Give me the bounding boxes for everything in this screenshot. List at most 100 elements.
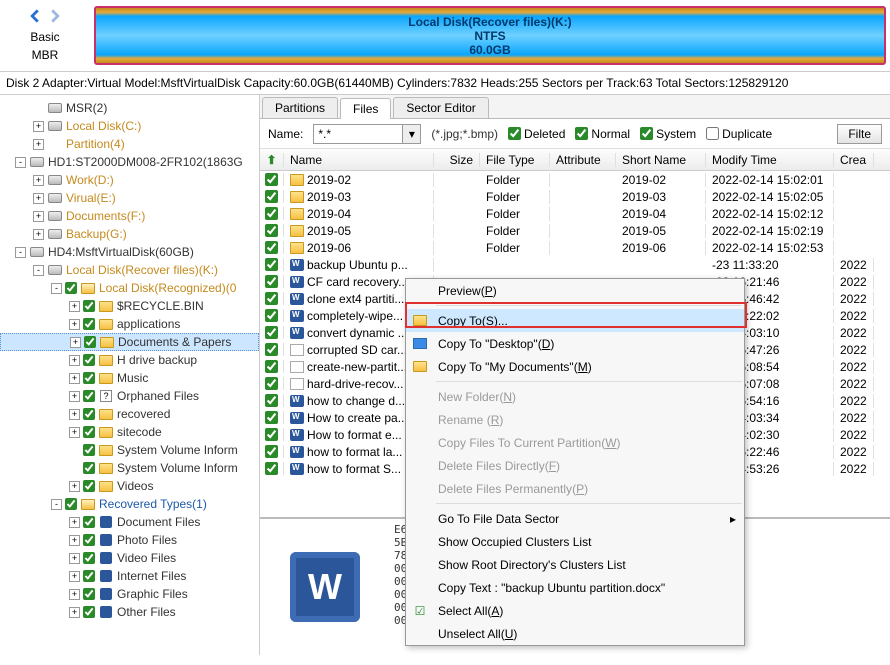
tree-item[interactable]: +Music <box>0 369 259 387</box>
tree-item[interactable]: System Volume Inform <box>0 459 259 477</box>
expander-icon[interactable]: + <box>33 211 44 222</box>
tree-checkbox[interactable] <box>83 444 95 456</box>
file-row[interactable]: 2019-03Folder2019-032022-02-14 15:02:05 <box>260 188 890 205</box>
ctx-copy-to[interactable]: Copy To(S)... <box>406 309 744 332</box>
ctx-copy-desktop[interactable]: Copy To "Desktop"(D) <box>406 332 744 355</box>
name-filter-dropdown-icon[interactable]: ▾ <box>403 124 421 144</box>
row-checkbox[interactable] <box>265 190 278 203</box>
tree-item[interactable]: +$RECYCLE.BIN <box>0 297 259 315</box>
ctx-occupied-clusters[interactable]: Show Occupied Clusters List <box>406 530 744 553</box>
tree-item[interactable]: -Local Disk(Recognized)(0 <box>0 279 259 297</box>
row-checkbox[interactable] <box>265 326 278 339</box>
tree-checkbox[interactable] <box>83 390 95 402</box>
tree-checkbox[interactable] <box>83 354 95 366</box>
expander-icon[interactable]: + <box>69 391 80 402</box>
tree-item[interactable]: +?Orphaned Files <box>0 387 259 405</box>
tree-checkbox[interactable] <box>83 480 95 492</box>
tree-item[interactable]: +Internet Files <box>0 567 259 585</box>
tree-item[interactable]: -HD4:MsftVirtualDisk(60GB) <box>0 243 259 261</box>
expander-icon[interactable]: + <box>69 571 80 582</box>
row-checkbox[interactable] <box>265 377 278 390</box>
tree-item[interactable]: -HD1:ST2000DM008-2FR102(1863G <box>0 153 259 171</box>
tab-files[interactable]: Files <box>340 98 391 119</box>
tree-checkbox[interactable] <box>83 534 95 546</box>
expander-icon[interactable]: + <box>33 229 44 240</box>
tree-item[interactable]: +recovered <box>0 405 259 423</box>
tree-item[interactable]: +Graphic Files <box>0 585 259 603</box>
name-filter-input[interactable] <box>313 124 403 144</box>
col-attr[interactable]: Attribute <box>550 153 616 167</box>
col-modify[interactable]: Modify Time <box>706 153 834 167</box>
row-checkbox[interactable] <box>265 275 278 288</box>
row-checkbox[interactable] <box>265 258 278 271</box>
tree-item[interactable]: +Work(D:) <box>0 171 259 189</box>
tree-item[interactable]: +Photo Files <box>0 531 259 549</box>
tree-checkbox[interactable] <box>83 426 95 438</box>
tree-checkbox[interactable] <box>83 516 95 528</box>
tree-item[interactable]: +Document Files <box>0 513 259 531</box>
col-name[interactable]: Name <box>284 153 434 167</box>
tree-item[interactable]: +Documents(F:) <box>0 207 259 225</box>
file-row[interactable]: 2019-06Folder2019-062022-02-14 15:02:53 <box>260 239 890 256</box>
tree-item[interactable]: System Volume Inform <box>0 441 259 459</box>
file-row[interactable]: backup Ubuntu p...-23 11:33:202022 <box>260 256 890 273</box>
expander-icon[interactable]: - <box>15 157 26 168</box>
tree-item[interactable]: +Other Files <box>0 603 259 621</box>
grid-header[interactable]: ⬆ Name Size File Type Attribute Short Na… <box>260 149 890 171</box>
expander-icon[interactable]: + <box>69 427 80 438</box>
tree-checkbox[interactable] <box>83 570 95 582</box>
expander-icon[interactable]: - <box>33 265 44 276</box>
expander-icon[interactable]: + <box>69 553 80 564</box>
row-checkbox[interactable] <box>265 241 278 254</box>
file-row[interactable]: 2019-04Folder2019-042022-02-14 15:02:12 <box>260 205 890 222</box>
expander-icon[interactable]: + <box>69 355 80 366</box>
expander-icon[interactable]: + <box>69 607 80 618</box>
row-checkbox[interactable] <box>265 360 278 373</box>
tree-checkbox[interactable] <box>83 462 95 474</box>
tree-checkbox[interactable] <box>83 318 95 330</box>
tree-checkbox[interactable] <box>83 606 95 618</box>
tree-item[interactable]: +Videos <box>0 477 259 495</box>
file-row[interactable]: 2019-02Folder2019-022022-02-14 15:02:01 <box>260 171 890 188</box>
ctx-root-clusters[interactable]: Show Root Directory's Clusters List <box>406 553 744 576</box>
chk-normal[interactable]: Normal <box>575 127 630 141</box>
tree-item[interactable]: +sitecode <box>0 423 259 441</box>
tree-checkbox[interactable] <box>65 282 77 294</box>
row-checkbox[interactable] <box>265 462 278 475</box>
col-size[interactable]: Size <box>434 153 480 167</box>
ctx-goto-sector[interactable]: Go To File Data Sector▸ <box>406 507 744 530</box>
ctx-copy-text[interactable]: Copy Text : "backup Ubuntu partition.doc… <box>406 576 744 599</box>
expander-icon[interactable]: + <box>33 193 44 204</box>
expander-icon[interactable]: + <box>69 373 80 384</box>
chk-duplicate[interactable]: Duplicate <box>706 127 772 141</box>
tree-checkbox[interactable] <box>83 408 95 420</box>
nav-forward-icon[interactable] <box>48 9 62 26</box>
file-row[interactable]: 2019-05Folder2019-052022-02-14 15:02:19 <box>260 222 890 239</box>
tree-item[interactable]: +Video Files <box>0 549 259 567</box>
tree-checkbox[interactable] <box>83 588 95 600</box>
expander-icon[interactable]: + <box>33 139 44 150</box>
row-checkbox[interactable] <box>265 411 278 424</box>
expander-icon[interactable]: + <box>33 175 44 186</box>
expander-icon[interactable]: - <box>51 283 62 294</box>
filter-button[interactable]: Filte <box>837 124 882 144</box>
tree-checkbox[interactable] <box>83 300 95 312</box>
row-checkbox[interactable] <box>265 309 278 322</box>
ctx-select-all[interactable]: ☑Select All(A) <box>406 599 744 622</box>
tree-checkbox[interactable] <box>65 498 77 510</box>
tree-item[interactable]: +Partition(4) <box>0 135 259 153</box>
expander-icon[interactable]: - <box>15 247 26 258</box>
tree-checkbox[interactable] <box>83 372 95 384</box>
expander-icon[interactable]: + <box>33 121 44 132</box>
tab-partitions[interactable]: Partitions <box>262 97 338 118</box>
tree-item[interactable]: +Virual(E:) <box>0 189 259 207</box>
tree-item[interactable]: +Documents & Papers <box>0 333 259 351</box>
row-checkbox[interactable] <box>265 394 278 407</box>
tree-item[interactable]: -Recovered Types(1) <box>0 495 259 513</box>
expander-icon[interactable]: + <box>69 589 80 600</box>
row-checkbox[interactable] <box>265 445 278 458</box>
ctx-preview[interactable]: Preview(P) <box>406 279 744 302</box>
tree-checkbox[interactable] <box>84 336 96 348</box>
ctx-copy-mydocs[interactable]: Copy To "My Documents"(M) <box>406 355 744 378</box>
expander-icon[interactable]: + <box>69 517 80 528</box>
